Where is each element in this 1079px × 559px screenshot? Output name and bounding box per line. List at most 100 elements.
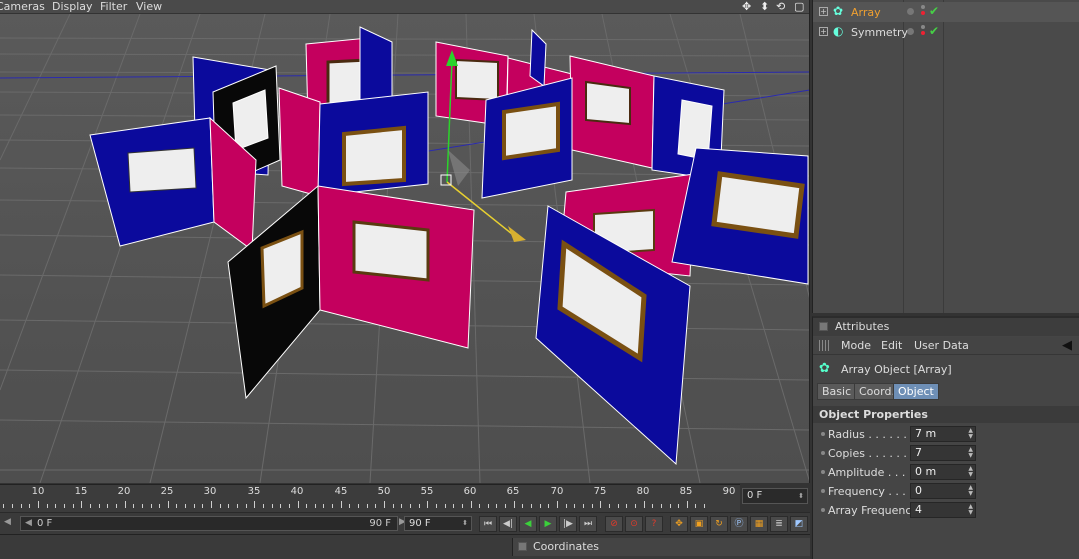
keyframe-help-icon[interactable]: ? [645,516,663,532]
copies-field[interactable]: 7 ▲ ▼ [910,445,976,461]
object-name[interactable]: Symmetry [851,26,908,39]
ruler-tick [254,501,256,508]
spinner-icon[interactable]: ▲ ▼ [968,428,973,440]
ruler-tick [617,504,619,508]
expand-icon[interactable]: + [819,27,828,36]
bottom-panels: Coordinates [0,534,810,559]
render-visibility-icon[interactable] [921,25,926,37]
spinner-icon[interactable]: ▲ ▼ [968,466,973,478]
scheme-icon[interactable]: ◩ [790,516,808,532]
attributes-titlebar[interactable]: Attributes [813,318,1079,336]
tab-object[interactable]: Object [893,383,939,400]
timeline-ruler[interactable]: 10 15 20 25 30 35 40 45 50 55 60 65 70 7… [0,484,740,512]
scroll-left-icon[interactable]: ◀ [4,516,11,529]
panel-grip-icon[interactable] [518,542,527,551]
go-to-start-icon[interactable]: ⏮ [479,516,497,532]
tick-label: 80 [636,486,650,497]
object-row-array[interactable]: + ✿ Array ✔ [813,2,1079,22]
current-frame-field[interactable]: 0 F ⬍ [742,488,808,504]
tick-label: 45 [334,486,348,497]
enabled-check-icon[interactable]: ✔ [929,4,939,18]
rotate-view-icon[interactable]: ⟲ [776,0,785,13]
coordinates-panel-header[interactable]: Coordinates [512,538,810,556]
tick-label: 25 [160,486,174,497]
tick-label: 60 [463,486,477,497]
editor-visibility-dot[interactable] [907,8,914,15]
spinner-icon[interactable]: ▲ ▼ [968,447,973,459]
object-row-symmetry[interactable]: + ◐ Symmetry ✔ [813,22,1079,42]
spinner-icon[interactable]: ⬍ [462,517,468,530]
key-position-icon[interactable]: ✥ [670,516,688,532]
zoom-view-icon[interactable]: ⬍ [760,0,769,13]
play-forward-icon[interactable]: ▶ [539,516,557,532]
animation-bullet-icon[interactable] [821,489,825,493]
ruler-tick [626,504,628,508]
3d-viewport[interactable]: Cameras Display Filter View ✥ ⬍ ⟲ ▢ [0,0,810,483]
ruler-tick [340,501,342,508]
record-key-icon[interactable]: ⊘ [605,516,623,532]
property-value: 0 m [915,465,937,478]
key-parameter-icon[interactable]: Ⓟ [730,516,748,532]
key-rotation-icon[interactable]: ↻ [710,516,728,532]
tick-label: 30 [203,486,217,497]
array-frequency-field[interactable]: 4 ▲ ▼ [910,502,976,518]
tick-label: 40 [290,486,304,497]
render-visibility-icon[interactable] [921,5,926,17]
back-arrow-icon[interactable]: ◀ [1062,338,1072,353]
ruler-tick [505,504,507,508]
play-backward-icon[interactable]: ◀ [519,516,537,532]
ruler-tick [185,504,187,508]
tab-basic[interactable]: Basic [817,383,857,400]
frame-range-slider[interactable]: ◀ 0 F 90 F [20,516,398,531]
ruler-tick [548,504,550,508]
amplitude-field[interactable]: 0 m ▲ ▼ [910,464,976,480]
end-frame-field[interactable]: 90 F ⬍ [404,516,472,531]
ruler-tick [262,504,264,508]
expand-icon[interactable]: + [819,7,828,16]
frequency-field[interactable]: 0 ▲ ▼ [910,483,976,499]
ruler-tick [461,504,463,508]
next-key-icon[interactable]: |▶ [559,516,577,532]
ruler-tick [12,504,13,508]
ruler-tick [583,504,584,508]
spinner-icon[interactable]: ⬍ [798,489,804,503]
key-scale-icon[interactable]: ▣ [690,516,708,532]
panel-grip-icon[interactable] [819,322,828,331]
object-name[interactable]: Array [851,6,881,19]
maximize-view-icon[interactable]: ▢ [794,0,804,13]
range-left-icon[interactable]: ◀ [25,517,32,530]
auto-key-icon[interactable]: ⊙ [625,516,643,532]
enabled-check-icon[interactable]: ✔ [929,24,939,38]
radius-field[interactable]: 7 m ▲ ▼ [910,426,976,442]
timeline-menu-icon[interactable]: ≣ [770,516,788,532]
ruler-tick [38,501,39,508]
ruler-tick [297,501,299,508]
spinner-icon[interactable]: ▲ ▼ [968,504,973,516]
ruler-tick [150,504,152,508]
ruler-tick [55,504,57,508]
menu-mode[interactable]: Mode [841,339,871,352]
menu-user-data[interactable]: User Data [914,339,969,352]
animation-bullet-icon[interactable] [821,470,825,474]
tick-label: 85 [679,486,693,497]
editor-visibility-dot[interactable] [907,28,914,35]
prev-key-icon[interactable]: ◀| [499,516,517,532]
property-label: Frequency . . . . [828,485,913,498]
ruler-tick [314,504,316,508]
move-view-icon[interactable]: ✥ [742,0,751,13]
spinner-icon[interactable]: ▲ ▼ [968,485,973,497]
menu-display[interactable]: Display [52,0,93,13]
animation-bullet-icon[interactable] [821,432,825,436]
attributes-object-name: Array Object [Array] [841,363,952,376]
menu-view[interactable]: View [136,0,162,13]
animation-bullet-icon[interactable] [821,508,825,512]
menu-edit[interactable]: Edit [881,339,902,352]
ruler-tick [479,504,481,508]
menu-filter[interactable]: Filter [100,0,127,13]
go-to-end-icon[interactable]: ⏭ [579,516,597,532]
ruler-tick [133,504,135,508]
menu-cameras[interactable]: Cameras [0,0,45,13]
animation-bullet-icon[interactable] [821,451,825,455]
grip-dots-icon[interactable] [819,340,829,351]
key-pla-icon[interactable]: ▦ [750,516,768,532]
